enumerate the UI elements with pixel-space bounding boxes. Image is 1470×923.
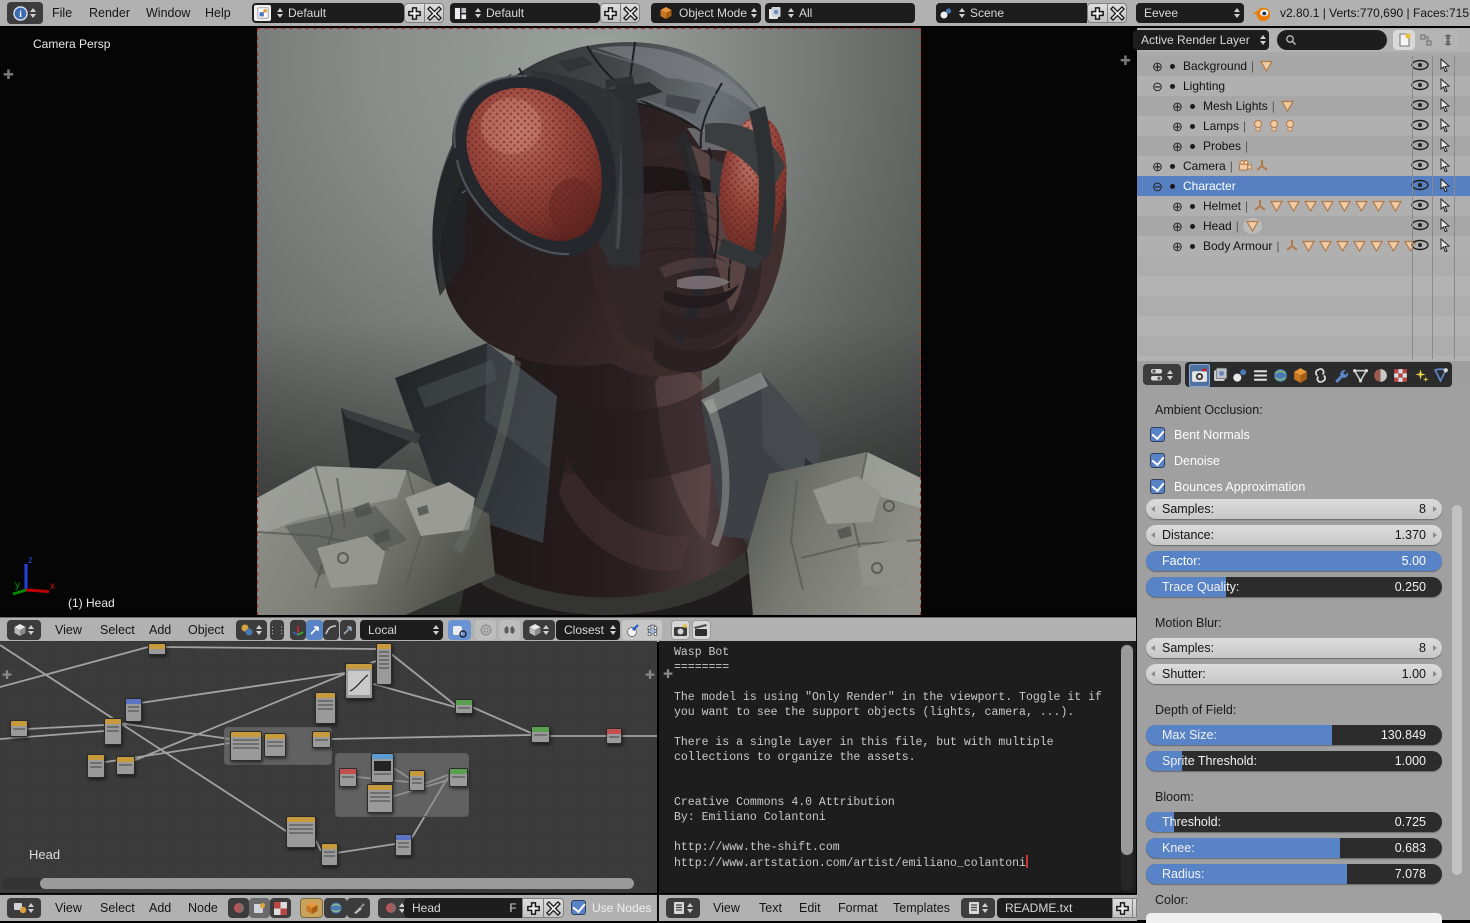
svg-text:i: i [19, 9, 22, 19]
svg-text:x: x [50, 581, 55, 592]
svg-text:z: z [28, 555, 33, 566]
svg-text:y: y [15, 580, 20, 591]
